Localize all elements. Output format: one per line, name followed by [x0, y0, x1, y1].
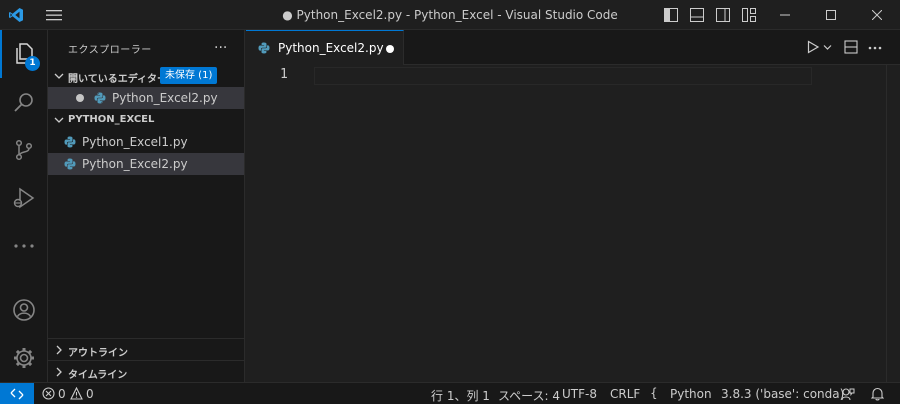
- title-bar: ● Python_Excel2.py - Python_Excel - Visu…: [0, 0, 900, 30]
- maximize-button[interactable]: [808, 0, 854, 30]
- active-indicator: [0, 30, 2, 78]
- activity-search[interactable]: [0, 78, 48, 126]
- remote-indicator[interactable]: [0, 383, 34, 404]
- split-editor-icon[interactable]: [844, 40, 858, 54]
- more-icon: [14, 244, 34, 248]
- status-bar: 0 0 行 1、列 1 スペース: 4 UTF-8 CRLF { Python …: [0, 382, 900, 404]
- activity-more[interactable]: [0, 222, 48, 270]
- python-interpreter[interactable]: 3.8.3 ('base': conda): [721, 387, 844, 401]
- toggle-panel-icon[interactable]: [690, 8, 704, 22]
- open-editor-item[interactable]: Python_Excel2.py: [48, 87, 244, 109]
- timeline-section[interactable]: タイムライン: [48, 361, 244, 383]
- folder-section[interactable]: PYTHON_EXCEL: [48, 109, 244, 131]
- chevron-right-icon: [56, 367, 62, 377]
- editor-tab-bar: Python_Excel2.py: [246, 30, 900, 65]
- chevron-down-icon: [54, 73, 64, 79]
- bell-icon[interactable]: [871, 387, 884, 401]
- language-mode[interactable]: Python: [670, 387, 712, 401]
- folder-label: PYTHON_EXCEL: [68, 114, 155, 125]
- warning-icon[interactable]: [70, 387, 83, 400]
- activity-accounts[interactable]: [0, 286, 48, 334]
- outline-section[interactable]: アウトライン: [48, 339, 244, 361]
- file-name: Python_Excel1.py: [82, 135, 188, 149]
- file-name: Python_Excel2.py: [82, 157, 188, 171]
- run-debug-icon: [13, 187, 35, 209]
- activity-bar: 1: [0, 30, 48, 382]
- remote-icon: [10, 388, 24, 400]
- file-item[interactable]: Python_Excel1.py: [48, 131, 244, 153]
- unsaved-dot-icon[interactable]: [76, 94, 84, 102]
- toggle-primary-sidebar-icon[interactable]: [664, 8, 678, 22]
- run-python-file-icon[interactable]: [806, 40, 820, 54]
- vscode-logo-icon: [9, 8, 23, 22]
- code-editor[interactable]: 1: [246, 65, 900, 382]
- activity-explorer[interactable]: 1: [0, 30, 48, 78]
- activity-source-control[interactable]: [0, 126, 48, 174]
- encoding[interactable]: UTF-8: [562, 387, 597, 401]
- toggle-secondary-sidebar-icon[interactable]: [716, 8, 730, 22]
- current-line-highlight[interactable]: [314, 67, 812, 85]
- minimize-icon: [780, 14, 790, 16]
- braces-icon[interactable]: {: [650, 386, 658, 400]
- error-icon[interactable]: [42, 387, 55, 400]
- activity-manage[interactable]: [0, 334, 48, 382]
- open-editors-section[interactable]: 開いているエディター 未保存 (1): [48, 65, 244, 87]
- indentation[interactable]: スペース: 4: [498, 387, 560, 404]
- sidebar-title: エクスプローラー: [68, 45, 152, 56]
- line-ending[interactable]: CRLF: [610, 387, 640, 401]
- timeline-label: タイムライン: [68, 370, 128, 381]
- hamburger-menu-icon[interactable]: [46, 9, 62, 21]
- python-file-icon: [64, 136, 76, 148]
- open-editor-name: Python_Excel2.py: [112, 91, 218, 105]
- line-number: 1: [280, 67, 288, 82]
- unsaved-badge: 未保存 (1): [160, 67, 218, 84]
- chevron-right-icon: [56, 345, 62, 355]
- activity-run-debug[interactable]: [0, 174, 48, 222]
- close-icon: [872, 10, 882, 20]
- cursor-position[interactable]: 行 1、列 1: [431, 387, 490, 404]
- editor-tab[interactable]: Python_Excel2.py: [246, 30, 404, 65]
- unsaved-dot-icon[interactable]: [386, 45, 394, 53]
- open-editors-label: 開いているエディター: [68, 74, 167, 85]
- feedback-icon[interactable]: [841, 387, 855, 401]
- explorer-badge: 1: [25, 56, 40, 71]
- python-file-icon: [64, 158, 76, 170]
- close-button[interactable]: [854, 0, 900, 30]
- account-icon: [13, 299, 35, 321]
- source-control-icon: [15, 139, 33, 161]
- maximize-icon: [826, 10, 836, 20]
- vertical-scrollbar[interactable]: [886, 65, 900, 382]
- minimize-button[interactable]: [762, 0, 808, 30]
- error-count[interactable]: 0: [58, 387, 66, 401]
- search-icon: [14, 93, 33, 112]
- chevron-down-icon[interactable]: [823, 44, 832, 51]
- file-item[interactable]: Python_Excel2.py: [48, 153, 244, 175]
- more-actions-icon[interactable]: [868, 46, 882, 50]
- sidebar-more-actions[interactable]: ···: [214, 40, 227, 56]
- outline-label: アウトライン: [68, 348, 128, 359]
- gear-icon: [14, 348, 34, 368]
- python-file-icon: [94, 92, 106, 104]
- explorer-sidebar: エクスプローラー ··· 開いているエディター 未保存 (1) Python_E…: [48, 30, 245, 382]
- warning-count[interactable]: 0: [86, 387, 94, 401]
- python-file-icon: [258, 42, 270, 54]
- window-title: ● Python_Excel2.py - Python_Excel - Visu…: [282, 8, 618, 22]
- chevron-down-icon: [54, 117, 64, 123]
- customize-layout-icon[interactable]: [742, 8, 756, 22]
- tab-label: Python_Excel2.py: [278, 41, 384, 55]
